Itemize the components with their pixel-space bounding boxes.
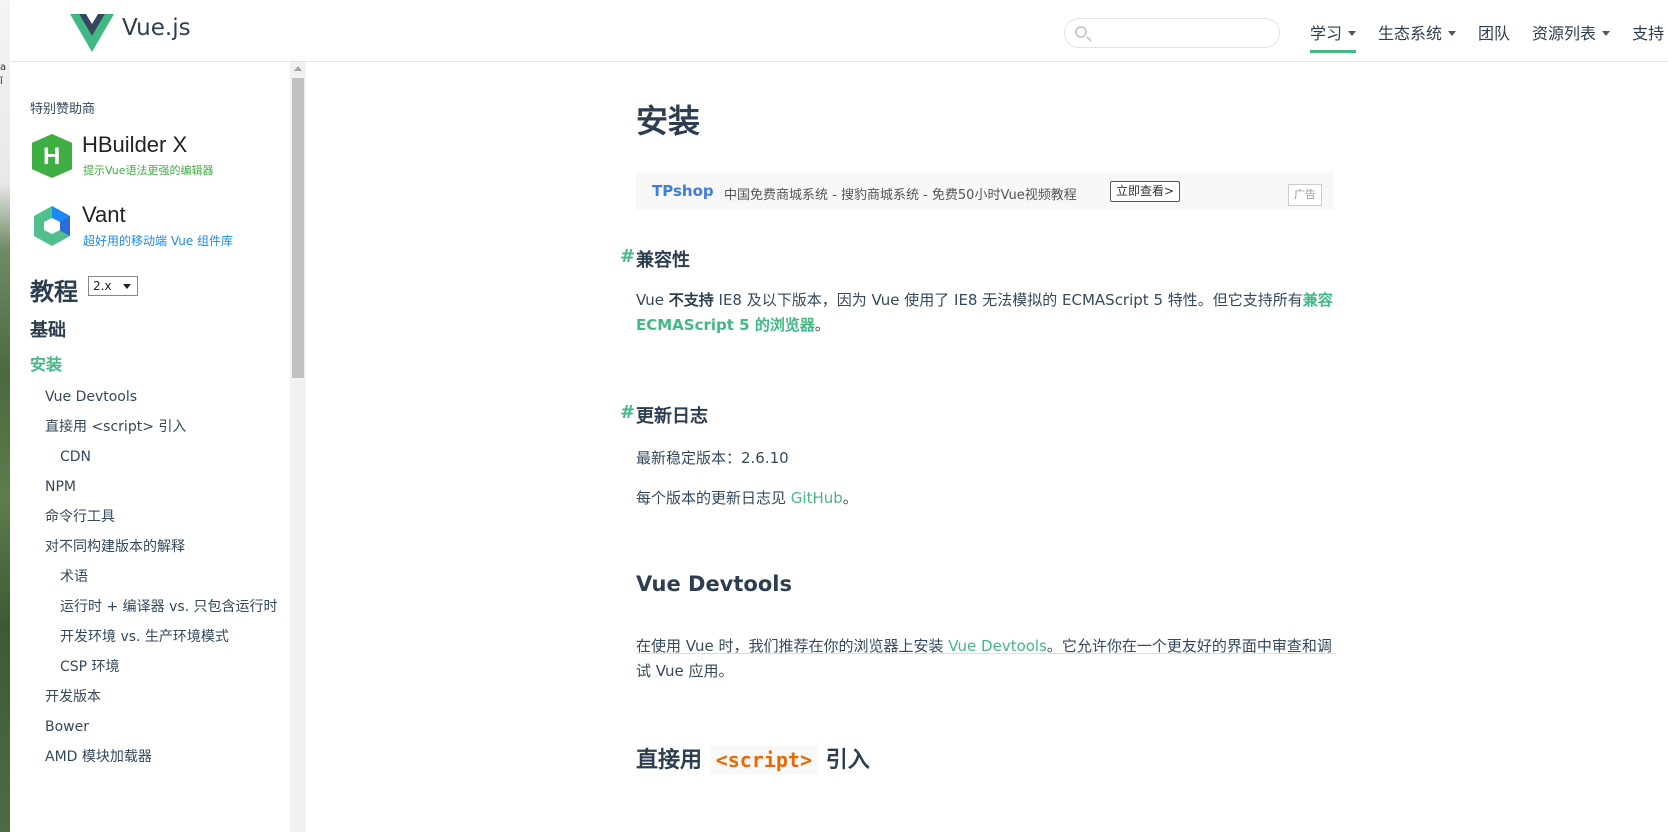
hbuilder-logo-icon: H	[32, 134, 72, 178]
menu-item-builds[interactable]: 对不同构建版本的解释	[30, 536, 280, 558]
nav-support-label: 支持 Vue	[1632, 24, 1668, 43]
version-select[interactable]: 2.x	[88, 276, 138, 296]
menu-item-terminology[interactable]: 术语	[30, 566, 280, 588]
sidebar: 特别赞助商 H HBuilder X 提示Vue语法更强的编辑器 Vant 超好…	[10, 62, 290, 832]
caret-down-icon	[1448, 31, 1457, 36]
menu-item-cli[interactable]: 命令行工具	[30, 506, 280, 528]
sponsor-hbuilder[interactable]: H HBuilder X 提示Vue语法更强的编辑器	[30, 132, 270, 180]
brand-name[interactable]: Vue.js	[122, 15, 191, 41]
tutorial-title: 教程	[30, 278, 78, 306]
heading-compat: # 兼容性	[620, 246, 690, 272]
main-nav: 学习 生态系统 团队 资源列表 支持 Vue	[1310, 20, 1668, 53]
scrollbar-thumb[interactable]	[292, 78, 304, 378]
nav-team-label: 团队	[1478, 24, 1511, 43]
menu-item-dev-prod[interactable]: 开发环境 vs. 生产环境模式	[30, 626, 280, 648]
search-icon	[1075, 26, 1087, 38]
edge-glyph: a	[0, 62, 7, 73]
heading-changelog: # 更新日志	[620, 402, 708, 428]
menu-item-cdn[interactable]: CDN	[30, 446, 280, 468]
menu-item-install[interactable]: 安装	[30, 354, 280, 376]
text-segment: Vue	[636, 291, 669, 309]
menu-item-amd[interactable]: AMD 模块加载器	[30, 746, 280, 768]
text-segment: IE8 及以下版本，因为 Vue 使用了 IE8 无法模拟的 ECMAScrip…	[713, 291, 1303, 309]
text-segment: 。	[842, 489, 858, 507]
text-segment: 在使用 Vue 时，我们推荐在你的浏览器上安装	[636, 637, 949, 655]
nav-team[interactable]: 团队	[1478, 20, 1510, 53]
heading-script-include: 直接用 <script> 引入	[636, 742, 870, 774]
ad-tag: 广告	[1288, 184, 1322, 206]
scroll-up-arrow-icon[interactable]	[294, 66, 302, 71]
heading-compat-text: 兼容性	[636, 250, 690, 271]
text-segment: 每个版本的更新日志见	[636, 489, 791, 507]
version-value: 2.x	[93, 279, 112, 293]
sidebar-menu: 安装 Vue Devtools 直接用 <script> 引入 CDN NPM …	[30, 354, 280, 776]
sponsor-name: HBuilder X	[82, 132, 188, 157]
nav-learn-label: 学习	[1310, 24, 1343, 43]
search-input[interactable]	[1095, 23, 1271, 43]
ad-banner[interactable]: TPshop 中国免费商城系统 - 搜豹商城系统 - 免费50小时Vue视频教程…	[636, 172, 1334, 210]
text-segment: 。	[814, 316, 830, 334]
section-title: 基础	[30, 320, 66, 341]
stable-version: 最新稳定版本：2.6.10	[636, 449, 789, 467]
ad-brand[interactable]: TPshop	[652, 182, 714, 200]
background-strip: a ǐ	[0, 0, 10, 832]
heading-changelog-text: 更新日志	[636, 406, 708, 427]
heading-text: 直接用	[636, 748, 703, 773]
menu-item-csp[interactable]: CSP 环境	[30, 656, 280, 678]
menu-item-dev-build[interactable]: 开发版本	[30, 686, 280, 708]
devtools-paragraph: 在使用 Vue 时，我们推荐在你的浏览器上安装 Vue Devtools。它允许…	[636, 634, 1336, 684]
menu-item-script-include[interactable]: 直接用 <script> 引入	[30, 416, 280, 438]
heading-devtools: Vue Devtools	[636, 572, 792, 596]
changelog-paragraph: 每个版本的更新日志见 GitHub。	[636, 486, 1336, 511]
menu-item-npm[interactable]: NPM	[30, 476, 280, 498]
compat-paragraph: Vue 不支持 IE8 及以下版本，因为 Vue 使用了 IE8 无法模拟的 E…	[636, 288, 1336, 338]
dropdown-arrow-icon	[123, 284, 131, 289]
ad-description[interactable]: 中国免费商城系统 - 搜豹商城系统 - 免费50小时Vue视频教程	[724, 184, 1077, 203]
menu-item-runtime-compiler[interactable]: 运行时 + 编译器 vs. 只包含运行时	[30, 596, 280, 618]
link-vue-devtools[interactable]: Vue Devtools	[948, 637, 1047, 655]
sidebar-scrollbar[interactable]	[290, 62, 306, 832]
sponsor-label: 特别赞助商	[30, 102, 96, 117]
nav-ecosystem[interactable]: 生态系统	[1378, 20, 1457, 53]
heading-code: <script>	[709, 746, 819, 774]
menu-item-bower[interactable]: Bower	[30, 716, 280, 738]
sponsor-tagline: 提示Vue语法更强的编辑器	[83, 164, 214, 177]
menu-item-devtools[interactable]: Vue Devtools	[30, 386, 280, 408]
ad-view-button[interactable]: 立即查看>	[1110, 181, 1181, 202]
link-github[interactable]: GitHub	[791, 489, 843, 507]
vue-logo-icon[interactable]	[70, 14, 114, 52]
heading-text: 引入	[825, 748, 870, 773]
nav-ecosystem-label: 生态系统	[1378, 24, 1443, 43]
edge-glyph: ǐ	[0, 76, 3, 87]
top-header: Vue.js 学习 生态系统 团队 资源列表 支持 Vue	[10, 0, 1668, 62]
sponsor-vant[interactable]: Vant 超好用的移动端 Vue 组件库	[30, 202, 270, 250]
search-box[interactable]	[1064, 18, 1280, 48]
nav-resources-label: 资源列表	[1532, 24, 1597, 43]
vant-logo-icon	[34, 206, 70, 246]
nav-support[interactable]: 支持 Vue	[1632, 20, 1668, 53]
text-bold: 不支持	[668, 291, 714, 309]
caret-down-icon	[1602, 31, 1611, 36]
anchor-hash[interactable]: #	[620, 402, 635, 423]
nav-resources[interactable]: 资源列表	[1532, 20, 1611, 53]
anchor-hash[interactable]: #	[620, 246, 635, 267]
caret-down-icon	[1348, 31, 1357, 36]
sponsor-tagline: 超好用的移动端 Vue 组件库	[83, 234, 234, 248]
page-title: 安装	[636, 102, 701, 140]
sponsor-name: Vant	[82, 202, 126, 227]
main-content: 安装 TPshop 中国免费商城系统 - 搜豹商城系统 - 免费50小时Vue视…	[620, 62, 1336, 832]
nav-learn[interactable]: 学习	[1310, 20, 1357, 53]
